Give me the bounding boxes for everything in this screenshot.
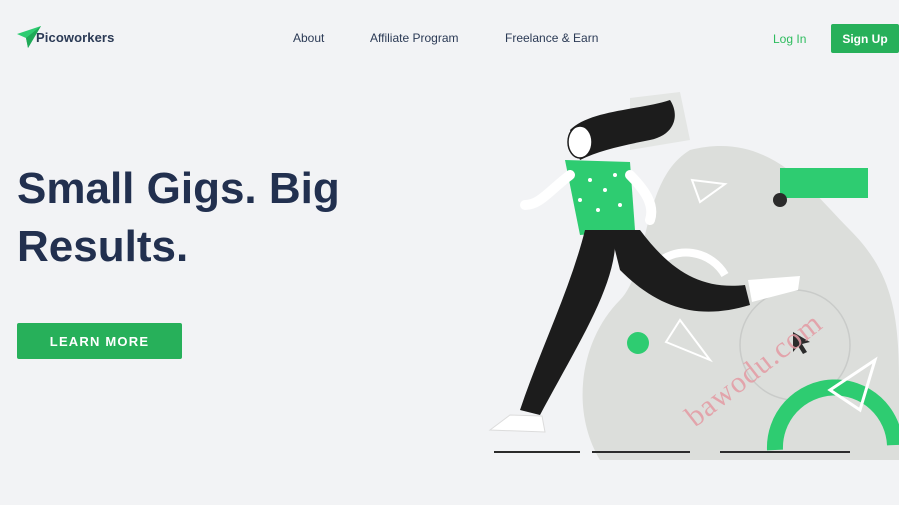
- logo[interactable]: Picoworkers: [16, 24, 114, 50]
- hero-title: Small Gigs. Big Results.: [17, 164, 340, 271]
- brand-name: Picoworkers: [36, 29, 115, 45]
- site-header: Picoworkers About Affiliate Program Free…: [0, 0, 899, 78]
- nav-freelance-earn[interactable]: Freelance & Earn: [505, 31, 598, 45]
- learn-more-button[interactable]: LEARN MORE: [17, 323, 182, 359]
- nav-affiliate-program[interactable]: Affiliate Program: [370, 31, 458, 45]
- nav-about[interactable]: About: [293, 31, 324, 45]
- signup-button[interactable]: Sign Up: [831, 24, 899, 53]
- login-link[interactable]: Log In: [773, 32, 806, 46]
